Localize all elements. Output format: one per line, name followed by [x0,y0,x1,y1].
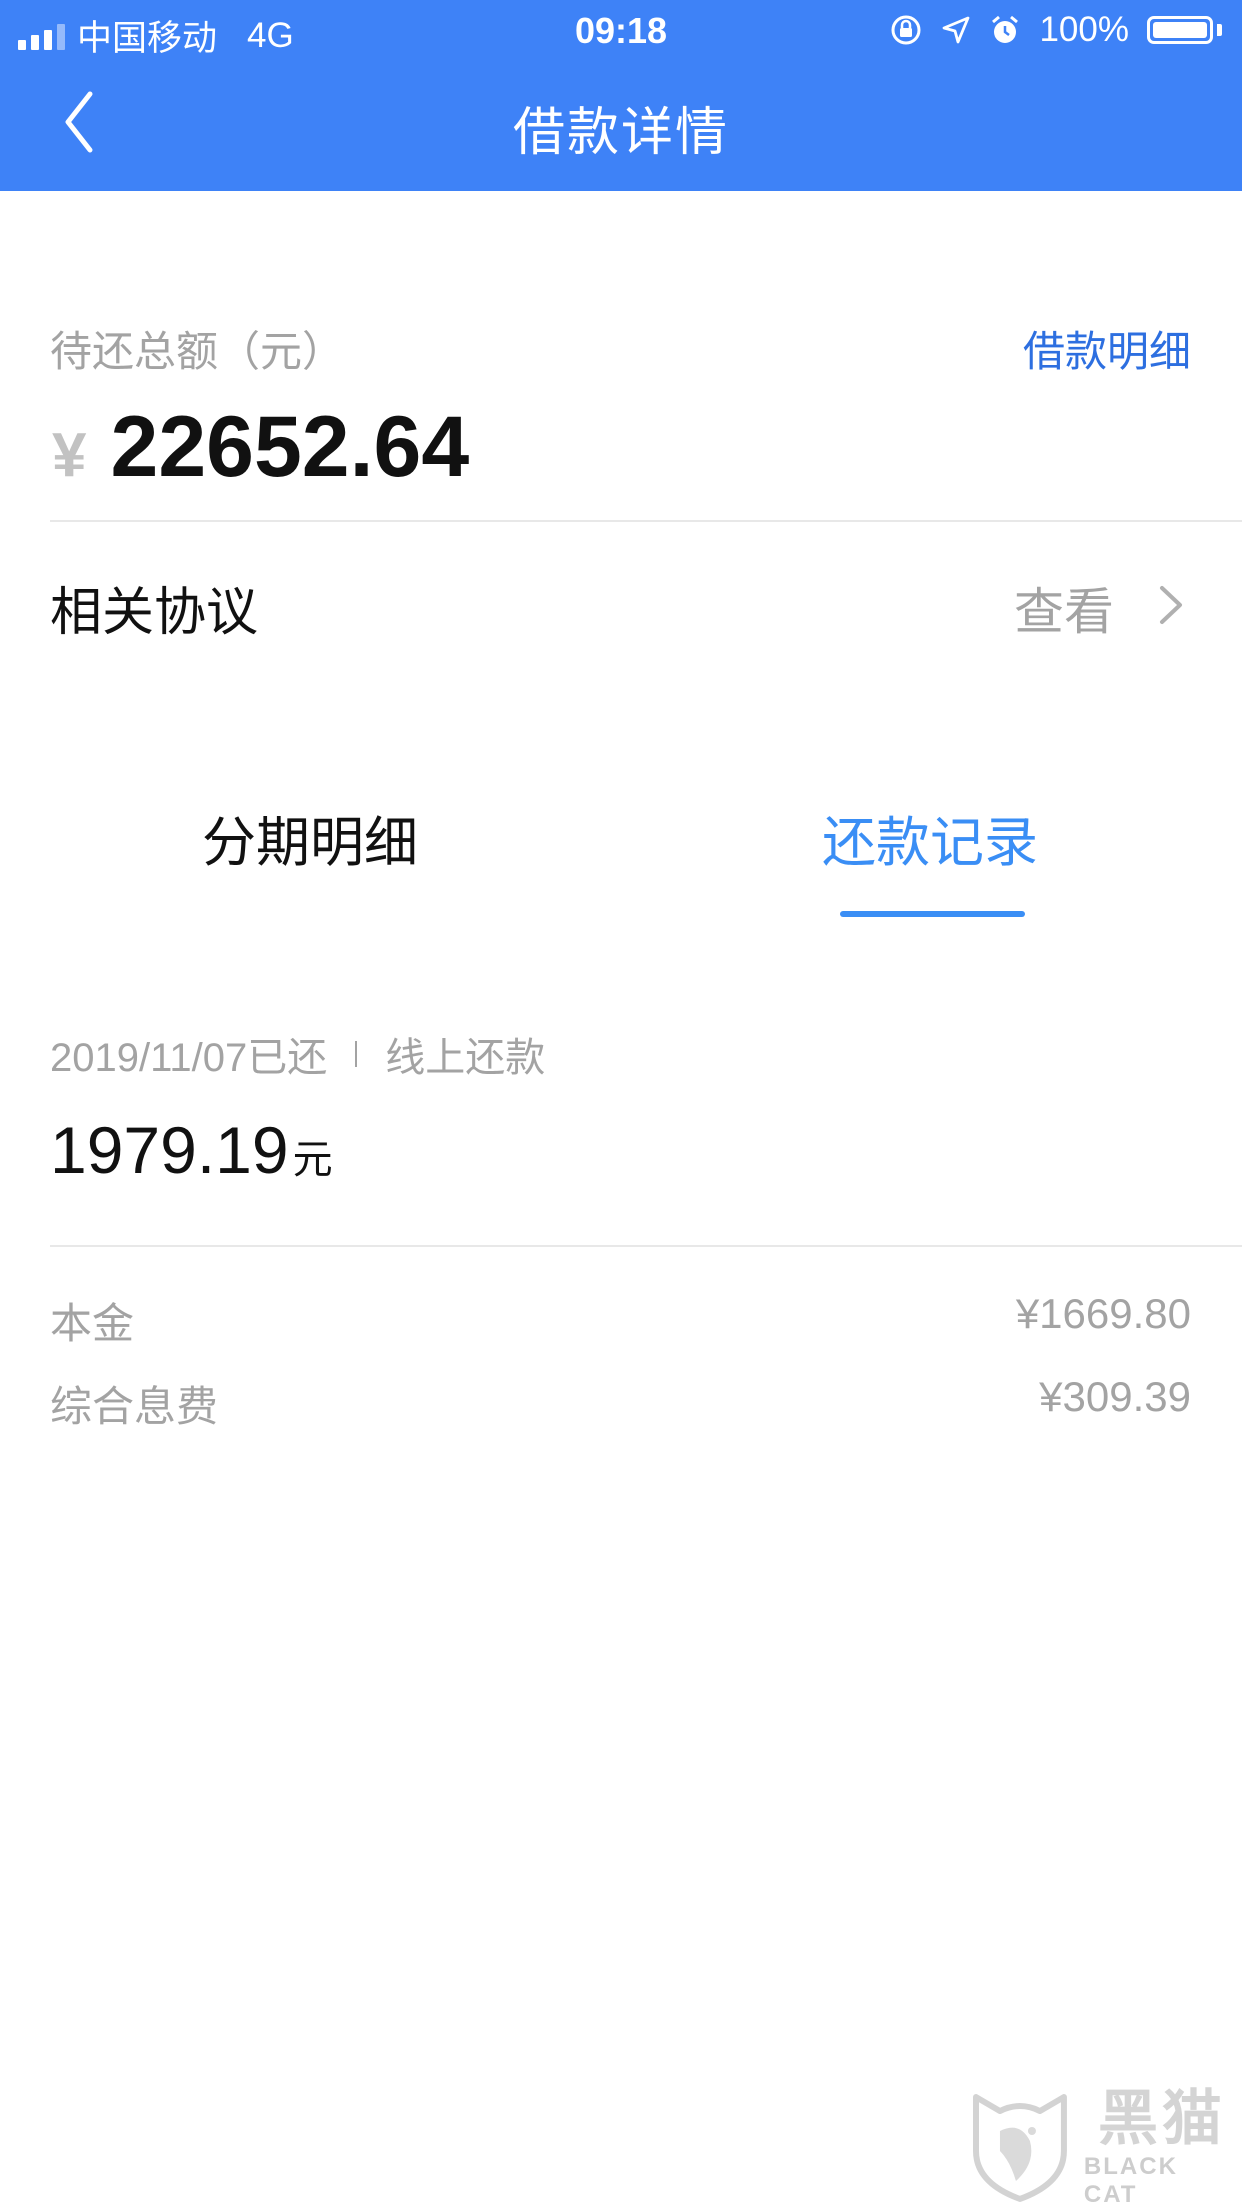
alarm-clock-icon [989,14,1021,46]
related-agreement-row[interactable]: 相关协议 查看 [0,540,1242,664]
breakdown-value: ¥1669.80 [1016,1290,1191,1338]
separator [355,1041,357,1067]
black-cat-watermark: 黑猫 BLACK CAT [970,2088,1240,2206]
breakdown-row-principal: 本金 ¥1669.80 [50,1290,1191,1350]
agreement-label: 相关协议 [50,570,258,645]
battery-tip [1217,24,1222,36]
breakdown-label: 综合息费 [50,1373,218,1434]
tab-repayment-records[interactable]: 还款记录 [740,798,1120,928]
chevron-right-icon [1152,580,1188,630]
record-amount-value: 1979.19 [50,1112,289,1188]
status-right: 100% [889,10,1222,50]
breakdown-label: 本金 [50,1290,134,1351]
total-amount: 22652.64 [110,398,469,497]
record-date-status: 2019/11/07已还 [50,1025,327,1083]
loan-detail-link[interactable]: 借款明细 [1023,318,1191,379]
total-amount-row: ¥ 22652.64 [52,398,469,497]
record-meta: 2019/11/07已还 线上还款 [50,1025,545,1083]
record-amount-unit: 元 [293,1127,333,1185]
page-title: 借款详情 [0,90,1242,165]
app-header: 中国移动 4G 09:18 100% [0,0,1242,191]
view-agreement-link[interactable]: 查看 [1014,572,1114,644]
active-tab-indicator [840,911,1025,917]
location-arrow-icon [941,15,971,45]
record-method: 线上还款 [385,1025,545,1083]
status-bar: 中国移动 4G 09:18 100% [0,0,1242,60]
cat-shield-logo-icon [970,2091,1070,2203]
record-amount: 1979.19 元 [50,1112,333,1188]
divider [50,1245,1242,1247]
watermark-cn: 黑猫 [1098,2085,1226,2153]
battery-percent: 100% [1039,10,1129,50]
divider [50,520,1242,522]
currency-symbol: ¥ [52,420,86,491]
orientation-lock-icon [889,13,923,47]
total-due-label: 待还总额（元） [50,318,344,379]
battery-icon [1147,16,1213,44]
tab-installment-details[interactable]: 分期明细 [120,798,500,928]
watermark-en: BLACK CAT [1084,2153,1240,2209]
watermark-text: 黑猫 BLACK CAT [1084,2085,1240,2209]
nav-bar: 借款详情 [0,60,1242,191]
breakdown-value: ¥309.39 [1039,1373,1191,1421]
breakdown-row-fees: 综合息费 ¥309.39 [50,1373,1191,1433]
